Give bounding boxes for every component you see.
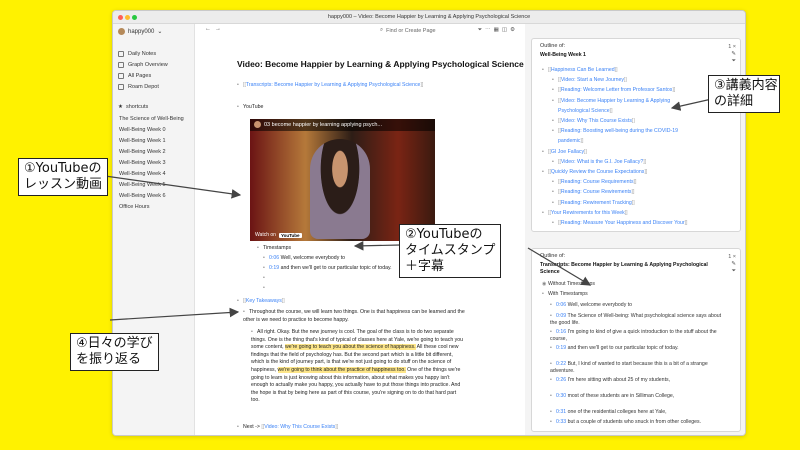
callout-line: ②YouTubeの <box>405 227 483 242</box>
callout-line: ①YouTubeの <box>24 161 102 176</box>
callout-line: レッスン動画 <box>24 177 103 192</box>
callout-line: を振り返る <box>76 352 142 367</box>
arrow-to-timestamps <box>353 241 401 251</box>
callout-line: ④日々の学び <box>76 336 153 351</box>
arrow-to-transcript-panel <box>527 247 592 286</box>
callout-timestamps: ②YouTubeの タイムスタンプ ＋字幕 <box>399 224 502 278</box>
callout-line: ③講義内容 <box>714 78 778 93</box>
callout-youtube-lesson: ①YouTubeの レッスン動画 <box>18 158 109 196</box>
arrow-to-takeaways <box>109 307 240 321</box>
callout-line: の詳細 <box>714 94 754 109</box>
callout-lecture-details: ③講義内容 の詳細 <box>708 75 780 113</box>
callout-reflect: ④日々の学び を振り返る <box>70 333 159 371</box>
callout-line: ＋字幕 <box>405 259 445 274</box>
callout-line: タイムスタンプ <box>405 243 496 258</box>
arrow-to-video <box>97 174 242 199</box>
